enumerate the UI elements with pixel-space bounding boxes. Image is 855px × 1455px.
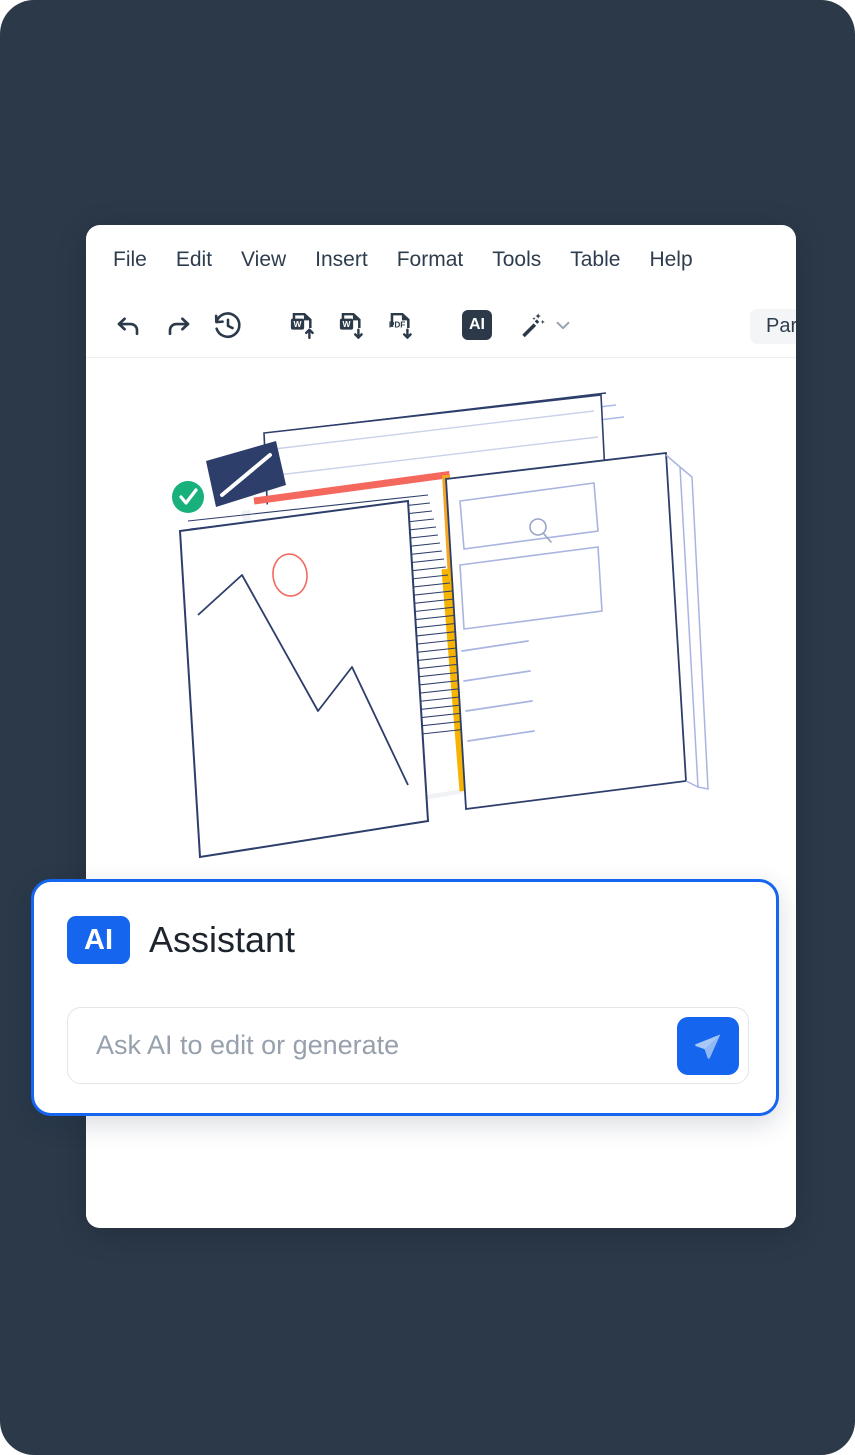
magic-wand-icon <box>522 313 545 338</box>
menu-item-insert[interactable]: Insert <box>315 249 368 270</box>
menu-item-help[interactable]: Help <box>649 249 692 270</box>
undo-icon <box>117 317 139 336</box>
ai-prompt-row[interactable] <box>67 1007 749 1084</box>
ai-tools-dropdown[interactable] <box>517 310 574 340</box>
revision-history-icon <box>214 311 241 338</box>
svg-text:W: W <box>343 319 351 329</box>
send-button[interactable] <box>677 1016 739 1075</box>
menu-item-tools[interactable]: Tools <box>492 249 541 270</box>
menu-item-file[interactable]: File <box>113 249 147 270</box>
menu-item-table[interactable]: Table <box>570 249 620 270</box>
paragraph-style-value: Paragraph <box>766 315 796 337</box>
ai-assistant-header: AI Assistant <box>67 916 295 964</box>
export-pdf-icon: PDF <box>389 313 412 339</box>
ai-toolbar-button[interactable]: AI <box>456 304 498 346</box>
stacked-documents-illustration <box>172 392 709 859</box>
menu-item-edit[interactable]: Edit <box>176 249 212 270</box>
menubar: File Edit View Insert Format Tools Table… <box>86 225 796 293</box>
import-word-icon: W <box>290 313 314 340</box>
toolbar: W W PDF AI Par <box>86 293 796 358</box>
redo-icon <box>168 317 190 336</box>
paragraph-style-select[interactable]: Paragraph <box>750 309 796 344</box>
export-word-button[interactable]: W <box>331 304 373 346</box>
ai-prompt-input[interactable] <box>68 1029 677 1062</box>
menu-item-format[interactable]: Format <box>397 249 464 270</box>
revision-history-button[interactable] <box>206 304 248 346</box>
check-circle-icon <box>172 481 204 513</box>
import-word-button[interactable]: W <box>282 304 324 346</box>
send-paper-plane-icon <box>695 1034 721 1059</box>
menu-item-view[interactable]: View <box>241 249 286 270</box>
app-root: File Edit View Insert Format Tools Table… <box>0 0 855 1455</box>
undo-button[interactable] <box>108 304 150 346</box>
ai-badge: AI <box>67 916 130 964</box>
ai-assistant-title: Assistant <box>149 919 296 960</box>
export-word-icon: W <box>339 313 363 339</box>
export-pdf-button[interactable]: PDF <box>380 304 422 346</box>
ai-badge-label: AI <box>462 310 492 340</box>
svg-text:PDF: PDF <box>389 321 405 330</box>
chevron-down-icon <box>556 321 570 330</box>
redo-button[interactable] <box>157 304 199 346</box>
svg-text:W: W <box>294 319 302 329</box>
ai-assistant-panel: AI Assistant <box>31 879 779 1116</box>
